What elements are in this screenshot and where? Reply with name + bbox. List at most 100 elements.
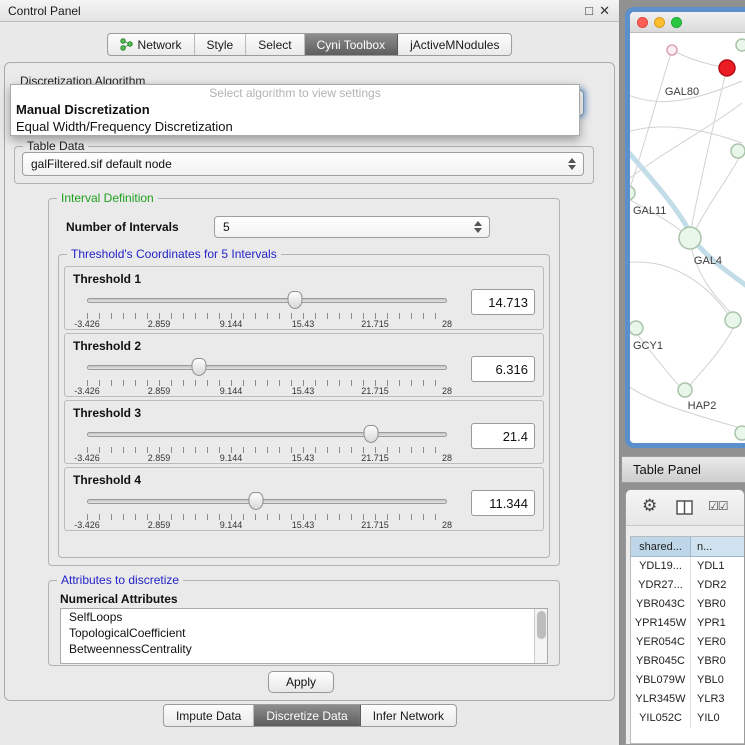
table-cell[interactable]: YER054C: [631, 633, 691, 652]
table-cell[interactable]: YDL1: [691, 557, 744, 576]
slider-thumb[interactable]: [287, 291, 302, 309]
scale-label: 15.43: [292, 386, 315, 396]
threshold-2-value-field[interactable]: [471, 356, 535, 382]
select-rows-icons[interactable]: ☑☑: [708, 499, 728, 513]
table-row[interactable]: YPR145WYPR1: [631, 614, 744, 633]
network-graph: GAL80 GAL11 GAL4 GCY1 HAP2: [630, 33, 745, 441]
scale-label: -3.426: [74, 319, 100, 329]
tab-impute-data[interactable]: Impute Data: [164, 705, 254, 726]
close-icon[interactable]: ✕: [599, 3, 610, 18]
table-cell[interactable]: YBL079W: [631, 671, 691, 690]
columns-icon[interactable]: [676, 500, 693, 520]
network-node[interactable]: [725, 312, 741, 328]
scale-label: 28: [442, 386, 452, 396]
number-of-intervals-label: Number of Intervals: [66, 220, 179, 234]
float-window-icon[interactable]: □: [585, 3, 593, 18]
slider-track[interactable]: [87, 298, 447, 303]
slider-thumb[interactable]: [249, 492, 264, 510]
network-node[interactable]: [735, 426, 745, 440]
tab-label: Cyni Toolbox: [317, 38, 385, 52]
zoom-traffic-light[interactable]: [671, 17, 682, 28]
table-cell[interactable]: YPR1: [691, 614, 744, 633]
scale-label: 21.715: [361, 520, 389, 530]
threshold-2-slider[interactable]: -3.4262.8599.14415.4321.71528: [87, 356, 447, 396]
tab-select[interactable]: Select: [246, 34, 304, 55]
table-row[interactable]: YBR045CYBR0: [631, 652, 744, 671]
attribute-item[interactable]: SelfLoops: [61, 609, 547, 625]
column-header-shared[interactable]: shared...: [631, 537, 691, 557]
table-cell[interactable]: YBR0: [691, 595, 744, 614]
apply-button[interactable]: Apply: [268, 671, 334, 693]
menu-item-manual-discretization[interactable]: Manual Discretization: [11, 101, 579, 118]
slider-thumb[interactable]: [364, 425, 379, 443]
table-row[interactable]: YBL079WYBL0: [631, 671, 744, 690]
threshold-4-box: Threshold 4 -3.4262.8599.14415.4321.7152…: [64, 467, 544, 531]
tab-style[interactable]: Style: [195, 34, 247, 55]
slider-scale: -3.4262.8599.14415.4321.71528: [87, 319, 447, 330]
tab-jactivemnodules[interactable]: jActiveMNodules: [398, 34, 511, 55]
network-node[interactable]: [731, 144, 745, 158]
tab-infer-network[interactable]: Infer Network: [361, 705, 456, 726]
table-cell[interactable]: YPR145W: [631, 614, 691, 633]
gear-icon[interactable]: ⚙: [642, 496, 657, 516]
attribute-item[interactable]: TopologicalCoefficient: [61, 625, 547, 641]
scrollbar-thumb[interactable]: [537, 611, 546, 639]
scale-label: 9.144: [220, 386, 243, 396]
column-header-name[interactable]: n...: [691, 537, 744, 557]
network-node[interactable]: [667, 45, 677, 55]
threshold-1-box: Threshold 1 -3.4262.8599.14415.4321.7152…: [64, 266, 544, 330]
threshold-3-value-field[interactable]: [471, 423, 535, 449]
threshold-1-slider[interactable]: -3.4262.8599.14415.4321.71528: [87, 289, 447, 329]
table-cell[interactable]: YDR27...: [631, 576, 691, 595]
tab-label: Infer Network: [373, 709, 444, 723]
table-row[interactable]: YDR27...YDR2: [631, 576, 744, 595]
table-cell[interactable]: YIL052C: [631, 709, 691, 728]
table-cell[interactable]: YIL0: [691, 709, 744, 728]
slider-thumb[interactable]: [191, 358, 206, 376]
attribute-item[interactable]: BetweennessCentrality: [61, 641, 547, 657]
table-cell[interactable]: YLR345W: [631, 690, 691, 709]
threshold-3-slider[interactable]: -3.4262.8599.14415.4321.71528: [87, 423, 447, 463]
table-cell[interactable]: YBL0: [691, 671, 744, 690]
network-canvas[interactable]: GAL80 GAL11 GAL4 GCY1 HAP2: [630, 33, 745, 441]
threshold-1-value-field[interactable]: [471, 289, 535, 315]
tab-discretize-data[interactable]: Discretize Data: [254, 705, 360, 726]
table-data-combo[interactable]: galFiltered.sif default node: [22, 152, 584, 176]
minimize-traffic-light[interactable]: [654, 17, 665, 28]
slider-track[interactable]: [87, 499, 447, 504]
threshold-1-label: Threshold 1: [73, 272, 141, 286]
network-node[interactable]: [679, 227, 701, 249]
scale-label: 15.43: [292, 453, 315, 463]
network-node[interactable]: [630, 186, 635, 200]
table-cell[interactable]: YLR3: [691, 690, 744, 709]
threshold-4-value-field[interactable]: [471, 490, 535, 516]
table-row[interactable]: YIL052CYIL0: [631, 709, 744, 728]
selected-network-node[interactable]: [719, 60, 735, 76]
table-row[interactable]: YDL19...YDL1: [631, 557, 744, 576]
table-row[interactable]: YLR345WYLR3: [631, 690, 744, 709]
table-row[interactable]: YBR043CYBR0: [631, 595, 744, 614]
list-scrollbar[interactable]: [534, 609, 547, 663]
numerical-attributes-list[interactable]: SelfLoopsTopologicalCoefficientBetweenne…: [60, 608, 548, 664]
table-row[interactable]: YER054CYER0: [631, 633, 744, 652]
table-cell[interactable]: YER0: [691, 633, 744, 652]
tab-network[interactable]: Network: [108, 34, 195, 55]
threshold-4-slider[interactable]: -3.4262.8599.14415.4321.71528: [87, 490, 447, 530]
network-node[interactable]: [736, 39, 745, 51]
number-of-intervals-combo[interactable]: 5: [214, 216, 490, 238]
tab-cyni-toolbox[interactable]: Cyni Toolbox: [305, 34, 398, 55]
menu-item-equal-width-frequency[interactable]: Equal Width/Frequency Discretization: [11, 118, 579, 135]
table-cell[interactable]: YDL19...: [631, 557, 691, 576]
slider-track[interactable]: [87, 432, 447, 437]
table-cell[interactable]: YDR2: [691, 576, 744, 595]
table-cell[interactable]: YBR043C: [631, 595, 691, 614]
network-node[interactable]: [678, 383, 692, 397]
scale-label: -3.426: [74, 520, 100, 530]
slider-scale: -3.4262.8599.14415.4321.71528: [87, 453, 447, 464]
table-cell[interactable]: YBR045C: [631, 652, 691, 671]
network-node[interactable]: [630, 321, 643, 335]
table-cell[interactable]: YBR0: [691, 652, 744, 671]
close-traffic-light[interactable]: [637, 17, 648, 28]
tab-label: jActiveMNodules: [410, 38, 499, 52]
slider-track[interactable]: [87, 365, 447, 370]
